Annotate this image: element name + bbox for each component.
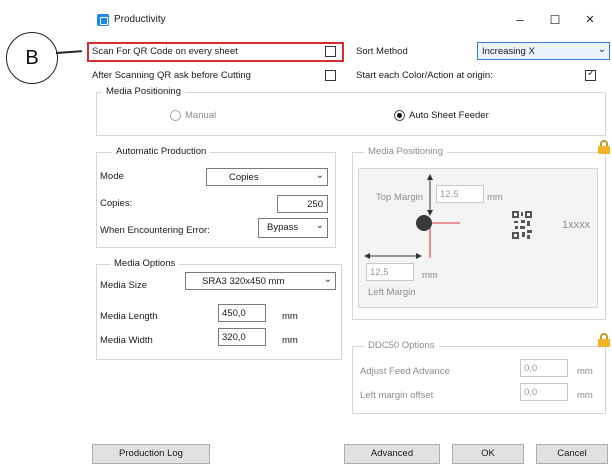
media-size-label: Media Size xyxy=(100,280,147,291)
auto-sheet-feeder-radio[interactable] xyxy=(394,110,405,121)
left-offset-value: 0,0 xyxy=(524,387,538,398)
left-margin-input[interactable]: 12,5 xyxy=(366,263,414,281)
title-bar: Productivity – ☐ ✕ xyxy=(88,6,612,34)
close-button[interactable]: ✕ xyxy=(578,10,602,30)
manual-radio[interactable] xyxy=(170,110,181,121)
error-select[interactable]: Bypass ⌄ xyxy=(258,218,328,238)
cancel-button[interactable]: Cancel xyxy=(536,444,608,464)
copies-label: Copies: xyxy=(100,198,133,209)
feed-advance-value: 0,0 xyxy=(524,363,538,374)
left-offset-input[interactable]: 0,0 xyxy=(520,383,568,401)
left-margin-arrow-head-left xyxy=(364,253,370,259)
media-positioning-right-title: Media Positioning xyxy=(364,146,447,157)
error-label: When Encountering Error: xyxy=(100,225,210,236)
manual-label: Manual xyxy=(185,110,217,121)
feed-advance-label: Adjust Feed Advance xyxy=(360,366,450,377)
left-margin-arrow-head-right xyxy=(416,253,422,259)
lock-icon xyxy=(598,333,610,347)
left-offset-label: Left margin offset xyxy=(360,390,434,401)
media-width-unit: mm xyxy=(282,335,298,346)
app-icon xyxy=(97,14,109,26)
copies-input[interactable]: 250 xyxy=(277,195,328,213)
media-length-input[interactable]: 450,0 xyxy=(218,304,266,322)
media-size-value: SRA3 320x450 mm xyxy=(202,276,285,287)
mode-select[interactable]: Copies ⌄ xyxy=(206,168,328,186)
sort-method-label: Sort Method xyxy=(356,46,408,57)
start-origin-checkbox[interactable] xyxy=(585,68,596,81)
left-offset-unit: mm xyxy=(577,390,593,401)
chevron-down-icon: ⌄ xyxy=(597,44,606,55)
productivity-window: Productivity – ☐ ✕ Scan For QR Code on e… xyxy=(87,6,612,468)
media-width-value: 320,0 xyxy=(222,332,246,343)
media-length-value: 450,0 xyxy=(222,308,246,319)
ok-button[interactable]: OK xyxy=(452,444,524,464)
ddc50-group xyxy=(352,346,606,414)
media-positioning-top-title: Media Positioning xyxy=(102,86,185,97)
ddc50-title: DDC50 Options xyxy=(364,340,439,351)
left-margin-label: Left Margin xyxy=(368,287,416,298)
chevron-down-icon: ⌄ xyxy=(323,274,332,285)
left-margin-unit: mm xyxy=(422,270,438,281)
copies-value: 250 xyxy=(307,199,323,210)
origin-marker xyxy=(416,215,432,231)
lock-icon xyxy=(598,140,610,154)
top-margin-arrow-head-up xyxy=(427,174,433,180)
scan-qr-checkbox[interactable] xyxy=(325,46,336,57)
feed-advance-input[interactable]: 0,0 xyxy=(520,359,568,377)
callout-connector xyxy=(55,50,82,54)
window-title: Productivity xyxy=(114,14,166,25)
advanced-button[interactable]: Advanced xyxy=(344,444,440,464)
start-origin-label: Start each Color/Action at origin: xyxy=(356,70,493,81)
top-margin-arrow-head-down xyxy=(427,210,433,216)
after-scan-label: After Scanning QR ask before Cutting xyxy=(92,70,251,81)
qr-label-text: 1xxxx xyxy=(562,219,591,231)
left-margin-value: 12,5 xyxy=(370,267,389,278)
mode-label: Mode xyxy=(100,171,124,182)
feed-advance-unit: mm xyxy=(577,366,593,377)
qr-code-icon xyxy=(512,211,532,239)
automatic-production-title: Automatic Production xyxy=(112,146,211,157)
media-width-input[interactable]: 320,0 xyxy=(218,328,266,346)
mode-value: Copies xyxy=(229,172,259,183)
error-value: Bypass xyxy=(267,222,299,233)
sort-method-select[interactable]: Increasing X ⌄ xyxy=(477,42,610,60)
minimize-button[interactable]: – xyxy=(508,10,532,30)
production-log-button[interactable]: Production Log xyxy=(92,444,210,464)
after-scan-checkbox[interactable] xyxy=(325,70,336,81)
media-length-unit: mm xyxy=(282,311,298,322)
media-size-select[interactable]: SRA3 320x450 mm ⌄ xyxy=(185,272,336,290)
media-length-label: Media Length xyxy=(100,311,158,322)
chevron-down-icon: ⌄ xyxy=(315,220,324,231)
callout-letter: B xyxy=(6,32,58,84)
media-options-title: Media Options xyxy=(110,258,180,269)
scan-qr-label: Scan For QR Code on every sheet xyxy=(92,46,238,57)
chevron-down-icon: ⌄ xyxy=(315,170,324,181)
sort-method-value: Increasing X xyxy=(482,46,535,57)
auto-sheet-feeder-label: Auto Sheet Feeder xyxy=(409,110,489,121)
maximize-button[interactable]: ☐ xyxy=(543,10,567,30)
media-width-label: Media Width xyxy=(100,335,153,346)
